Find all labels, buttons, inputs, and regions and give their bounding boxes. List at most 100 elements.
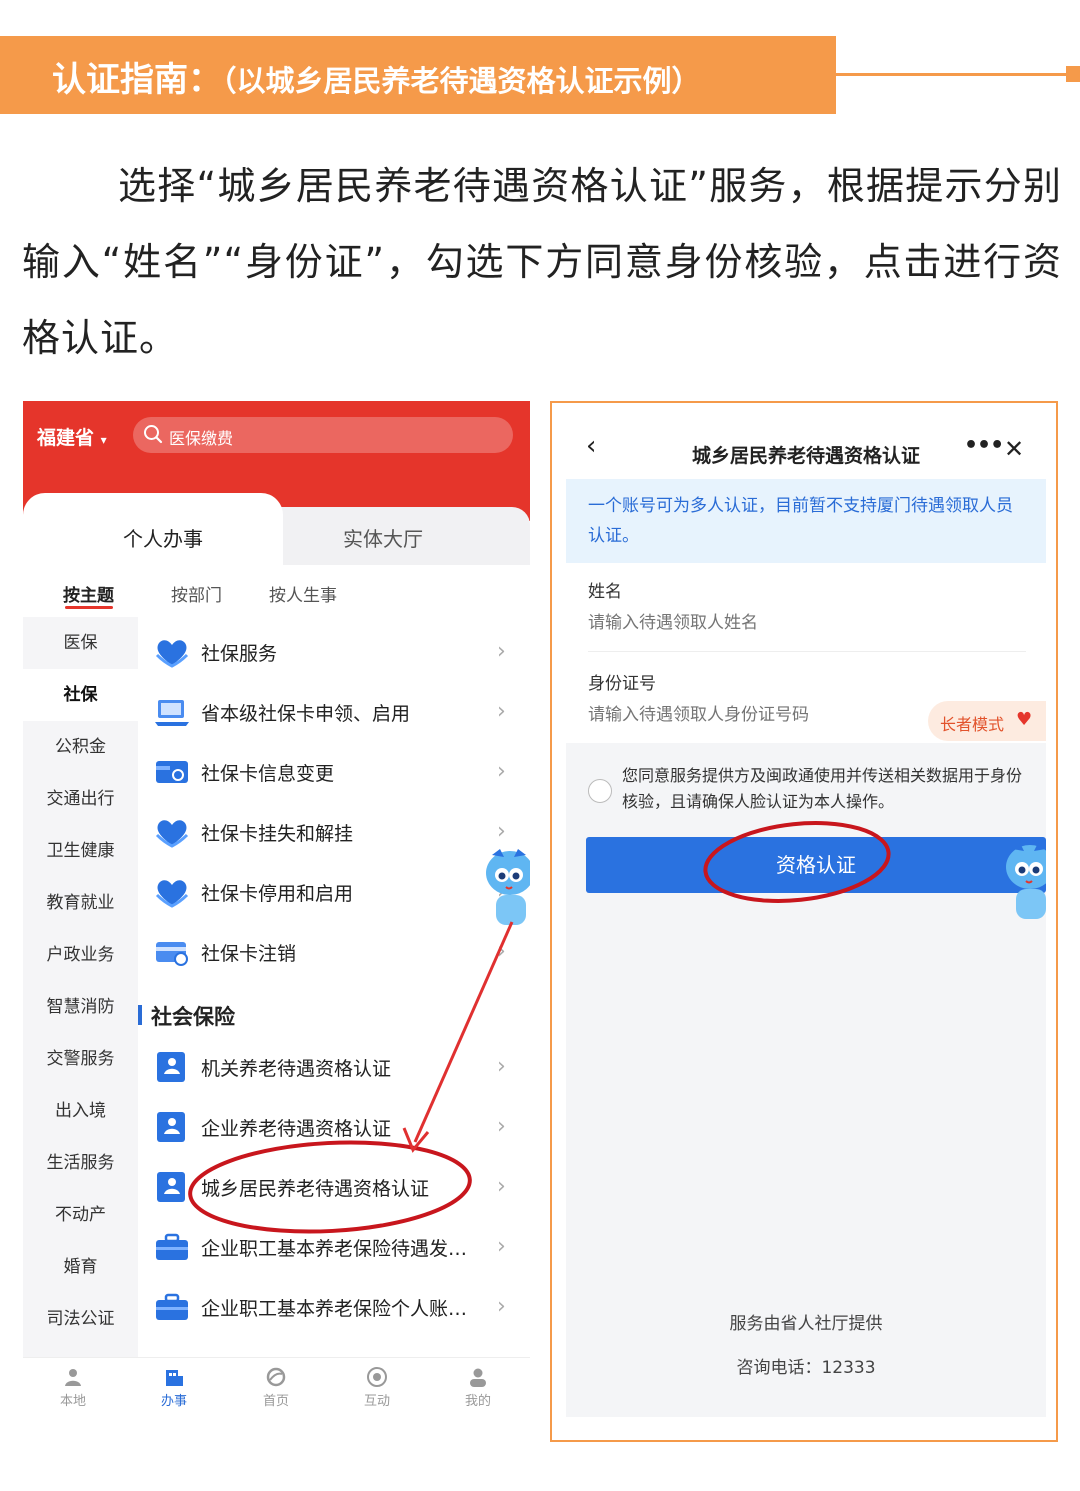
location-person-icon	[65, 1369, 81, 1386]
service-item-card-loss[interactable]: 社保卡挂失和解挂 ›	[153, 801, 530, 861]
service-item-label: 社保服务	[201, 643, 278, 665]
nav-label: 本地	[59, 1394, 86, 1409]
category-item[interactable]: 社保	[23, 669, 138, 721]
category-sidebar: 医保 社保 公积金 交通出行 卫生健康 教育就业 户政业务 智慧消防 交警服务 …	[23, 617, 138, 1357]
nav-interact[interactable]: 互动	[347, 1364, 407, 1414]
nav-label: 互动	[363, 1394, 390, 1409]
banner-subtitle: （以城乡居民养老待遇资格认证示例）	[222, 64, 701, 98]
chevron-right-icon: ›	[497, 1114, 506, 1139]
subtab-theme[interactable]: 按主题	[63, 581, 114, 606]
nav-label: 首页	[262, 1394, 289, 1409]
person-book-icon	[157, 1112, 185, 1142]
category-item[interactable]: 婚育	[23, 1241, 138, 1293]
service-item-pension-payment[interactable]: 企业职工基本养老保险待遇发… ›	[153, 1216, 530, 1276]
search-placeholder: 医保缴费	[169, 429, 234, 448]
category-item[interactable]: 交通出行	[23, 773, 138, 825]
service-item-label: 社保卡信息变更	[201, 763, 335, 785]
computer-icon	[155, 700, 189, 726]
chevron-right-icon: ›	[497, 699, 506, 724]
hotline-text: 咨询电话：12333	[736, 1358, 876, 1378]
tab-hall[interactable]: 实体大厅	[343, 523, 423, 552]
heart-hands-icon	[155, 880, 189, 908]
certify-button[interactable]: 资格认证	[586, 837, 1046, 893]
category-item[interactable]: 户政业务	[23, 929, 138, 981]
service-item-urban-rural-pension-cert[interactable]: 城乡居民养老待遇资格认证 ›	[153, 1156, 530, 1216]
category-item[interactable]: 公积金	[23, 721, 138, 773]
form-divider	[588, 651, 1026, 652]
category-item[interactable]: 生活服务	[23, 1137, 138, 1189]
service-item-social-insurance[interactable]: 社保服务 ›	[153, 621, 530, 681]
category-item[interactable]: 交警服务	[23, 1033, 138, 1085]
chevron-right-icon: ›	[497, 1294, 506, 1319]
left-phone-screenshot: 福建省 ▾ 医保缴费 个人办事 实体大厅 按主题 按部门 按人生事 医保 社保 …	[23, 401, 530, 1420]
elder-mode-label: 长者模式	[940, 715, 1005, 734]
cert-page-header: ‹ 城乡居民养老待遇资格认证 ••• ✕	[566, 417, 1046, 479]
subtab-department[interactable]: 按部门	[171, 581, 222, 606]
chevron-right-icon: ›	[497, 939, 506, 964]
category-item[interactable]: 医保	[23, 617, 138, 669]
section-bar	[138, 1005, 142, 1025]
nav-label: 办事	[160, 1394, 187, 1409]
service-item-card-suspend[interactable]: 社保卡停用和启用 ›	[153, 861, 530, 921]
province-label: 福建省	[37, 427, 95, 449]
heart-icon: ♥	[1016, 709, 1033, 730]
service-item-label: 企业养老待遇资格认证	[201, 1118, 392, 1140]
banner-title: 认证指南：（以城乡居民养老待遇资格认证示例）	[52, 52, 701, 101]
consent-checkbox[interactable]	[588, 779, 612, 803]
category-item[interactable]: 司法公证	[23, 1293, 138, 1345]
section-title: 社会保险	[151, 1005, 235, 1029]
category-item[interactable]: 出入境	[23, 1085, 138, 1137]
service-item-label: 城乡居民养老待遇资格认证	[201, 1178, 430, 1200]
province-selector[interactable]: 福建省 ▾	[37, 423, 107, 450]
card-change-icon	[156, 761, 188, 783]
section-social-insurance: 社会保险	[138, 999, 518, 1029]
name-field[interactable]	[588, 613, 908, 633]
caret-down-icon: ▾	[100, 433, 107, 447]
person-book-icon	[157, 1172, 185, 1202]
mascot-icon	[1006, 843, 1046, 919]
service-item-card-apply[interactable]: 省本级社保卡申领、启用 ›	[153, 681, 530, 741]
category-item[interactable]: 不动产	[23, 1189, 138, 1241]
bottom-nav: 本地 办事 首页 互动 我的	[23, 1357, 530, 1420]
subtab-life-event[interactable]: 按人生事	[269, 581, 337, 606]
nav-mine[interactable]: 我的	[448, 1364, 508, 1414]
hotline-icon	[367, 1367, 387, 1387]
main-tabs: 个人办事 实体大厅	[23, 493, 530, 565]
more-icon[interactable]: •••	[964, 433, 1004, 458]
banner-divider-end	[1066, 66, 1080, 82]
service-item-label: 企业职工基本养老保险个人账…	[201, 1298, 468, 1320]
id-number-field[interactable]	[588, 705, 908, 725]
close-icon[interactable]: ✕	[1004, 435, 1024, 463]
home-logo-icon	[266, 1367, 286, 1387]
nav-label: 我的	[464, 1394, 491, 1409]
service-item-card-info-change[interactable]: 社保卡信息变更 ›	[153, 741, 530, 801]
consent-text: 您同意服务提供方及闽政通使用并传送相关数据用于身份核验，且请确保人脸认证为本人操…	[622, 766, 1023, 811]
category-item[interactable]: 教育就业	[23, 877, 138, 929]
service-item-label: 社保卡注销	[201, 943, 297, 965]
id-label: 身份证号	[588, 674, 656, 694]
chevron-right-icon: ›	[497, 639, 506, 664]
heart-hands-icon	[155, 640, 189, 668]
nav-home[interactable]: 首页	[246, 1364, 306, 1414]
cert-page: ‹ 城乡居民养老待遇资格认证 ••• ✕ 一个账号可为多人认证，目前暂不支持厦门…	[566, 417, 1046, 1417]
service-provider-text: 服务由省人社厅提供	[729, 1314, 883, 1334]
service-item-label: 社保卡停用和启用	[201, 883, 354, 905]
heart-hands-icon	[155, 820, 189, 848]
service-item-card-cancel[interactable]: 社保卡注销 ›	[153, 921, 530, 981]
chevron-right-icon: ›	[497, 1234, 506, 1259]
elder-mode-button[interactable]: 长者模式 ♥	[928, 701, 1046, 741]
category-item[interactable]: 智慧消防	[23, 981, 138, 1033]
nav-services[interactable]: 办事	[144, 1364, 204, 1414]
search-icon	[144, 425, 163, 444]
tab-personal[interactable]: 个人办事	[123, 523, 203, 552]
nav-local[interactable]: 本地	[43, 1364, 103, 1414]
banner-title-text: 认证指南：	[52, 60, 222, 100]
name-label: 姓名	[588, 582, 622, 602]
mascot-icon	[486, 849, 530, 925]
service-item-pension-account[interactable]: 企业职工基本养老保险个人账… ›	[153, 1276, 530, 1336]
person-book-icon	[157, 1052, 185, 1082]
service-item-enterprise-pension-cert[interactable]: 企业养老待遇资格认证 ›	[153, 1096, 530, 1156]
service-item-gov-pension-cert[interactable]: 机关养老待遇资格认证 ›	[153, 1036, 530, 1096]
search-bar[interactable]: 医保缴费	[133, 417, 513, 453]
category-item[interactable]: 卫生健康	[23, 825, 138, 877]
